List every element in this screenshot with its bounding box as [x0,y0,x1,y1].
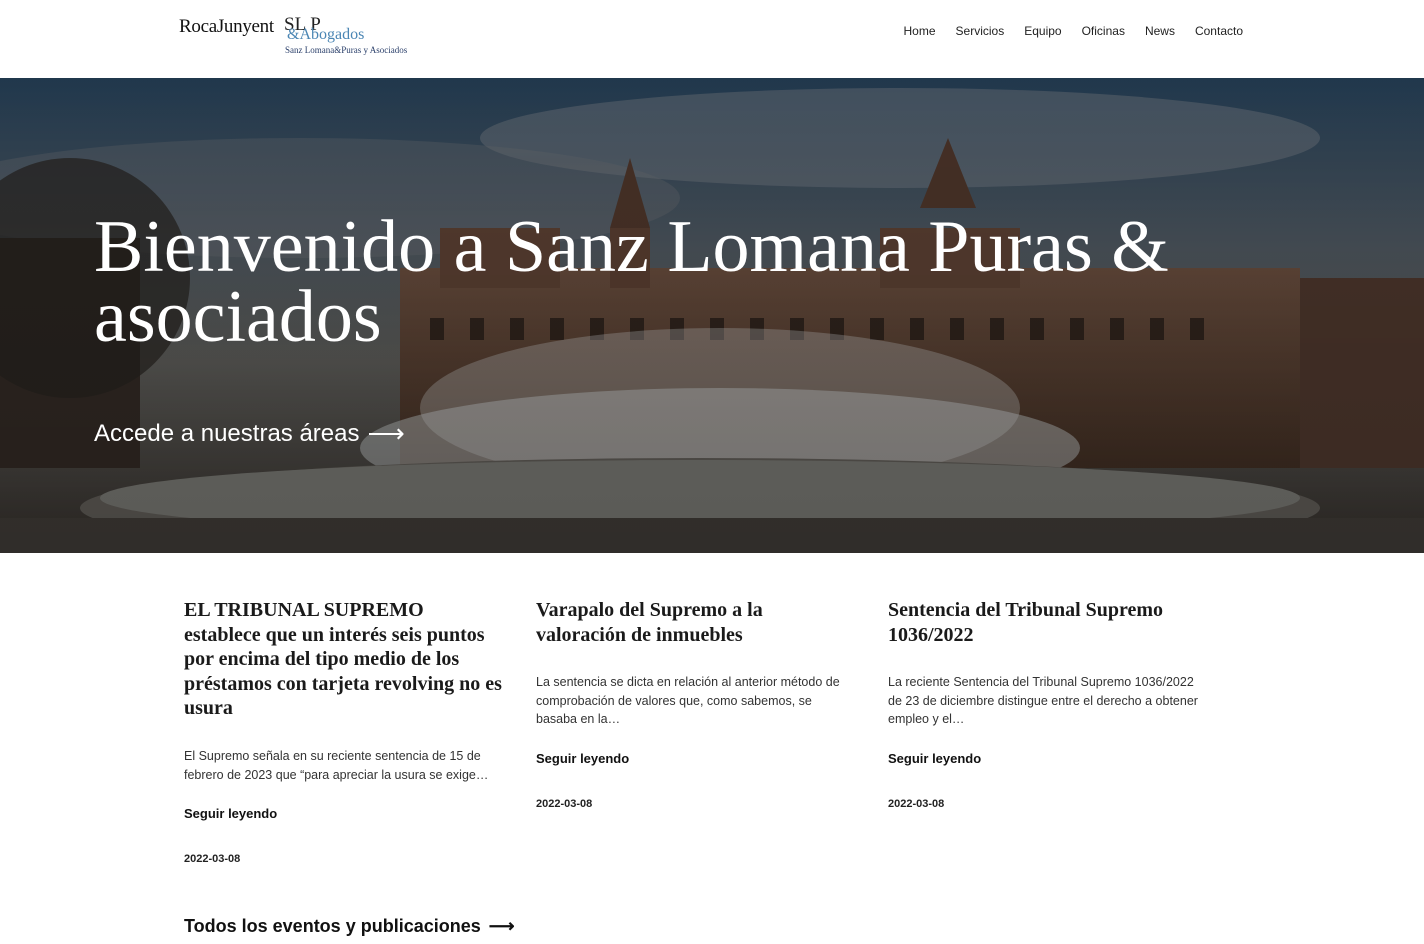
read-more-link[interactable]: Seguir leyendo [536,751,856,766]
logo-brand-abogados: &Abogados [287,26,365,43]
nav-news[interactable]: News [1145,24,1175,38]
arrow-right-icon: ⟶ [488,916,515,936]
news-posts: EL TRIBUNAL SUPREMO establece que un int… [184,598,1224,865]
hero-title: Bienvenido a Sanz Lomana Puras & asociad… [94,206,1169,358]
read-more-link[interactable]: Seguir leyendo [888,751,1208,766]
nav-contacto[interactable]: Contacto [1195,24,1243,38]
logo-tagline: Sanz Lomana&Puras y Asociados [285,45,408,55]
news-post: EL TRIBUNAL SUPREMO establece que un int… [184,598,504,865]
nav-oficinas[interactable]: Oficinas [1082,24,1125,38]
main-nav: Home Servicios Equipo Oficinas News Cont… [904,24,1243,38]
hero-cta-label: Accede a nuestras áreas [94,419,360,447]
post-date: 2022-03-08 [888,797,945,810]
post-date: 2022-03-08 [184,853,241,866]
read-more-link[interactable]: Seguir leyendo [184,806,504,821]
news-post: Varapalo del Supremo a la valoración de … [536,598,856,865]
post-excerpt: La reciente Sentencia del Tribunal Supre… [888,675,1198,727]
post-title[interactable]: EL TRIBUNAL SUPREMO establece que un int… [184,598,504,721]
all-events-label: Todos los eventos y publicaciones [184,916,481,936]
post-excerpt: El Supremo señala en su reciente sentenc… [184,748,489,782]
all-events-link[interactable]: Todos los eventos y publicaciones ⟶ [184,916,515,937]
hero-cta-link[interactable]: Accede a nuestras áreas ⟶ [94,418,405,449]
logo-brand-rocajunyent: RocaJunyent [179,16,274,37]
site-header: RocaJunyent SL P &Abogados Sanz Lomana&P… [0,0,1424,78]
post-title[interactable]: Sentencia del Tribunal Supremo 1036/2022 [888,598,1208,647]
arrow-right-icon: ⟶ [367,418,405,448]
post-date: 2022-03-08 [536,797,593,810]
post-excerpt: La sentencia se dicta en relación al ant… [536,675,840,727]
hero-banner: Bienvenido a Sanz Lomana Puras & asociad… [0,78,1424,553]
nav-home[interactable]: Home [904,24,936,38]
nav-servicios[interactable]: Servicios [956,24,1005,38]
post-title[interactable]: Varapalo del Supremo a la valoración de … [536,598,856,647]
site-logo[interactable]: RocaJunyent SL P &Abogados Sanz Lomana&P… [179,14,419,60]
news-post: Sentencia del Tribunal Supremo 1036/2022… [888,598,1208,865]
nav-equipo[interactable]: Equipo [1024,24,1061,38]
